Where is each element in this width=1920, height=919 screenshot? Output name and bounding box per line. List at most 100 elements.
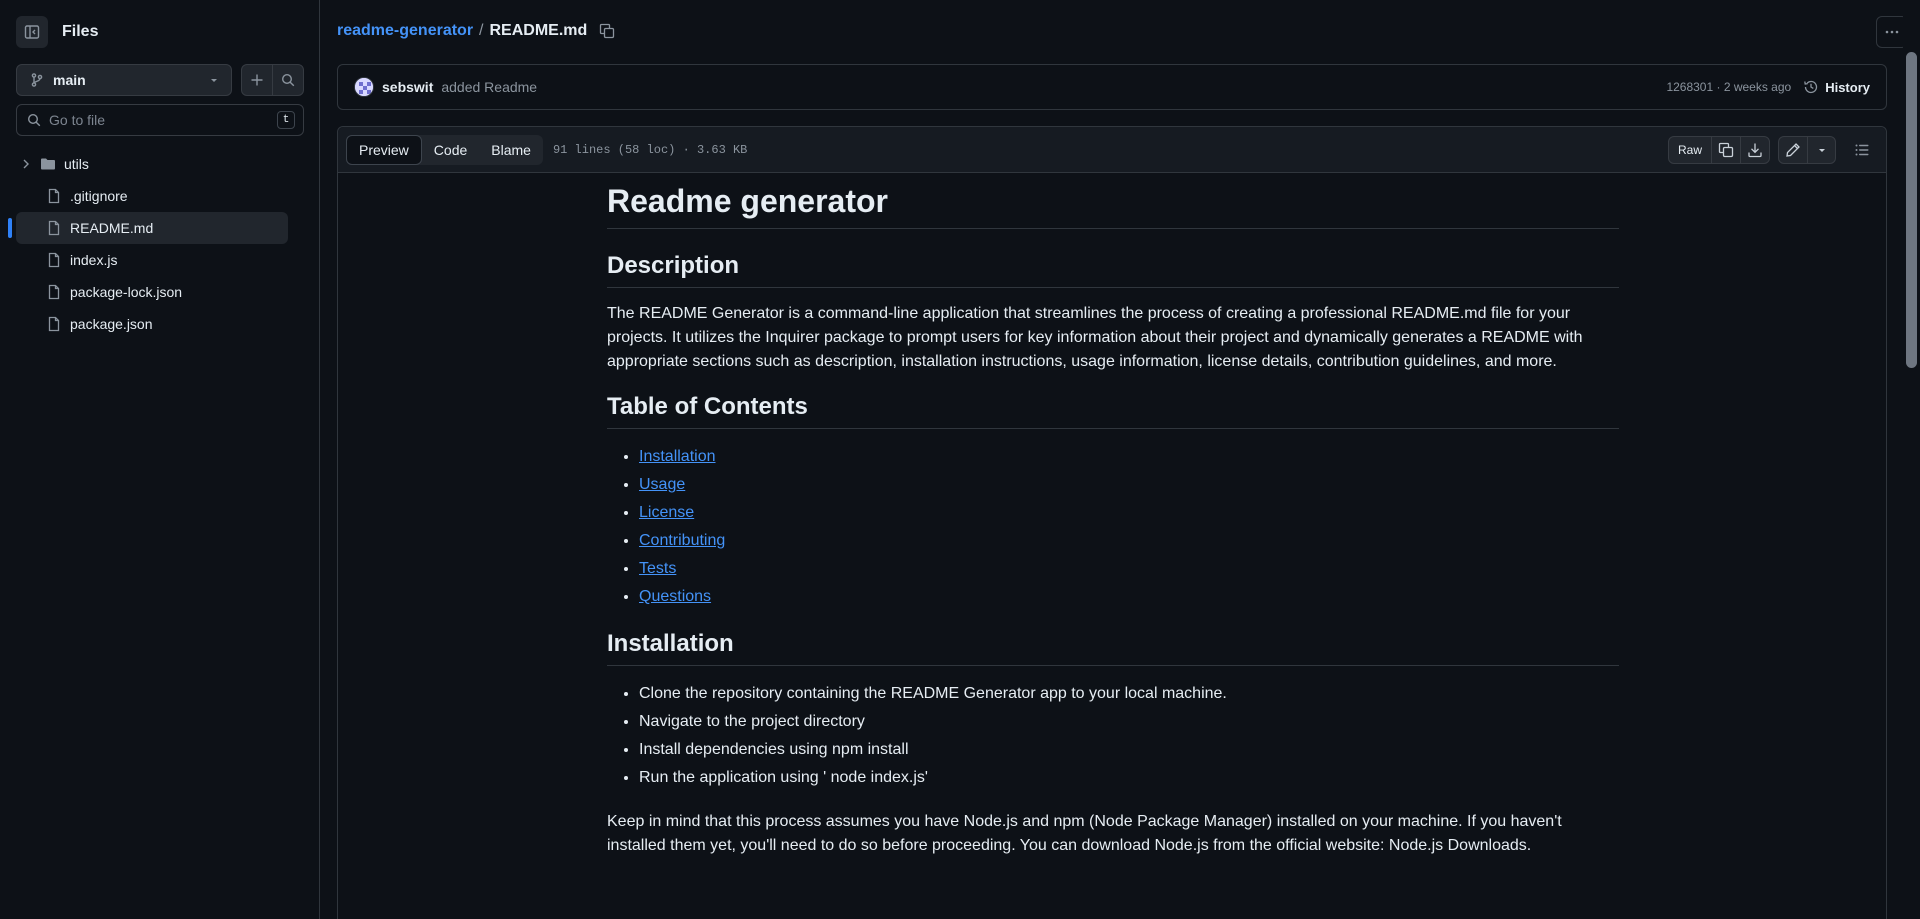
- list-item: Questions: [639, 583, 1619, 611]
- list-item: License: [639, 499, 1619, 527]
- copy-path-button[interactable]: [599, 23, 615, 39]
- sidebar-collapse-icon: [24, 25, 40, 39]
- commit-meta: 1268301 · 2 weeks ago History: [1666, 79, 1870, 95]
- installation-heading: Installation: [607, 629, 1619, 666]
- folder-icon: [40, 156, 56, 172]
- search-icon: [27, 113, 41, 127]
- file-tree-sidebar: Files main t: [0, 0, 320, 919]
- list-item: Install dependencies using npm install: [639, 736, 1619, 764]
- git-branch-icon: [31, 73, 43, 87]
- list-item: Tests: [639, 555, 1619, 583]
- kebab-horizontal-icon: [1885, 30, 1899, 34]
- search-tree-button[interactable]: [272, 65, 303, 95]
- main-content: readme-generator / README.md sebswit add…: [320, 0, 1908, 919]
- add-file-button[interactable]: [242, 65, 272, 95]
- toc-link-usage[interactable]: Usage: [639, 476, 685, 493]
- sidebar-header: Files: [16, 16, 98, 48]
- pencil-icon: [1786, 142, 1800, 157]
- commit-message[interactable]: added Readme: [441, 79, 537, 95]
- caret-down-icon: [211, 79, 217, 82]
- copy-raw-button[interactable]: [1711, 136, 1740, 163]
- history-button[interactable]: History: [1803, 79, 1870, 95]
- tree-actions: [241, 64, 304, 96]
- history-icon: [1804, 80, 1818, 94]
- chevron-right-icon[interactable]: [18, 156, 34, 172]
- commit-author[interactable]: sebswit: [382, 79, 433, 95]
- page-scrollbar[interactable]: [1903, 0, 1920, 919]
- description-heading: Description: [607, 251, 1619, 288]
- edit-dropdown-button[interactable]: [1807, 136, 1835, 163]
- toc-link-license[interactable]: License: [639, 504, 694, 521]
- list-item: Navigate to the project directory: [639, 708, 1619, 736]
- toc-list: Installation Usage License Contributing …: [639, 443, 1619, 611]
- file-header: Preview Code Blame 91 lines (58 loc) · 3…: [338, 127, 1886, 173]
- repo-link[interactable]: readme-generator: [337, 22, 473, 40]
- toc-link-questions[interactable]: Questions: [639, 588, 711, 605]
- list-item: Run the application using ' node index.j…: [639, 764, 1619, 792]
- shortcut-key: t: [277, 111, 295, 129]
- view-mode-tabs: Preview Code Blame: [346, 134, 543, 165]
- tree-item-label: package.json: [70, 316, 153, 332]
- file-icon: [46, 188, 62, 204]
- installation-note: Keep in mind that this process assumes y…: [607, 813, 1562, 854]
- tree-item-index-js[interactable]: index.js: [16, 244, 288, 276]
- tree-item-label: .gitignore: [70, 188, 128, 204]
- raw-button[interactable]: Raw: [1669, 137, 1711, 163]
- github-file-view: Files main t: [0, 0, 1920, 919]
- raw-actions: Raw: [1667, 135, 1770, 164]
- copy-icon: [600, 23, 615, 39]
- sidebar-title: Files: [62, 23, 99, 40]
- toc-link-tests[interactable]: Tests: [639, 560, 676, 577]
- outline-button[interactable]: [1846, 136, 1878, 164]
- download-icon: [1748, 143, 1762, 157]
- copy-icon: [1718, 142, 1734, 157]
- list-item: Clone the repository containing the READ…: [639, 680, 1619, 708]
- go-to-file-field[interactable]: t: [16, 104, 304, 136]
- readme-content: Readme generator Description The README …: [607, 181, 1619, 876]
- file-viewer: Preview Code Blame 91 lines (58 loc) · 3…: [337, 126, 1887, 919]
- tree-item-label: utils: [64, 156, 89, 172]
- tree-item-gitignore[interactable]: .gitignore: [16, 180, 288, 212]
- list-unordered-icon: [1855, 144, 1869, 155]
- readme-title: Readme generator: [607, 181, 1619, 229]
- commit-hash-time[interactable]: 1268301 · 2 weeks ago: [1666, 80, 1791, 94]
- description-paragraph: The README Generator is a command-line a…: [607, 305, 1583, 370]
- avatar[interactable]: [354, 77, 374, 97]
- tab-blame[interactable]: Blame: [479, 135, 543, 165]
- file-tools: Raw: [1667, 135, 1878, 164]
- tree-item-label: README.md: [70, 220, 154, 236]
- breadcrumb-separator: /: [479, 22, 484, 39]
- collapse-sidebar-button[interactable]: [16, 16, 48, 48]
- installation-list: Clone the repository containing the READ…: [639, 680, 1619, 792]
- download-raw-button[interactable]: [1740, 136, 1769, 163]
- go-to-file-input[interactable]: [49, 112, 277, 128]
- tree-item-package-lock[interactable]: package-lock.json: [16, 276, 288, 308]
- file-icon: [46, 220, 62, 236]
- file-icon: [46, 284, 62, 300]
- latest-commit-bar: sebswit added Readme 1268301 · 2 weeks a…: [337, 64, 1887, 110]
- list-item: Contributing: [639, 527, 1619, 555]
- tree-item-label: package-lock.json: [70, 284, 183, 300]
- edit-actions: [1778, 135, 1836, 164]
- scrollbar-thumb[interactable]: [1906, 52, 1917, 368]
- caret-down-icon: [1818, 148, 1825, 152]
- tree-item-package-json[interactable]: package.json: [16, 308, 288, 340]
- tab-preview[interactable]: Preview: [346, 134, 422, 165]
- tree-item-utils[interactable]: utils: [16, 148, 288, 180]
- current-file-name: README.md: [489, 22, 588, 39]
- file-icon: [46, 316, 62, 332]
- branch-selector[interactable]: main: [16, 64, 232, 96]
- toc-link-contributing[interactable]: Contributing: [639, 532, 725, 549]
- breadcrumb: readme-generator / README.md: [337, 22, 615, 40]
- edit-file-button[interactable]: [1779, 137, 1807, 163]
- list-item: Usage: [639, 471, 1619, 499]
- toc-link-installation[interactable]: Installation: [639, 448, 716, 465]
- tab-code[interactable]: Code: [422, 135, 479, 165]
- search-icon: [282, 73, 295, 87]
- history-label: History: [1825, 79, 1870, 95]
- toc-heading: Table of Contents: [607, 392, 1619, 429]
- branch-name: main: [53, 72, 86, 88]
- tree-item-readme[interactable]: README.md: [8, 212, 288, 244]
- tree-item-label: index.js: [70, 252, 118, 268]
- branch-row: main: [16, 64, 304, 96]
